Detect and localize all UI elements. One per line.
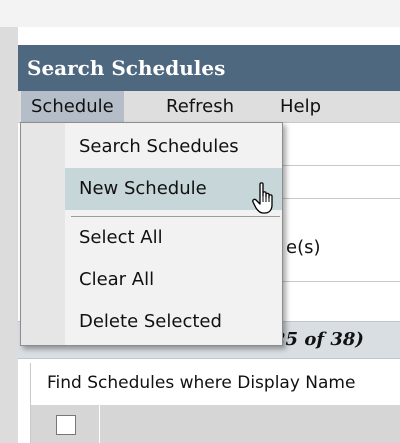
left-edge-panel — [0, 27, 19, 443]
results-count: 25 of 38) — [273, 329, 364, 350]
select-all-checkbox[interactable] — [56, 415, 76, 435]
menu-help[interactable]: Help — [270, 91, 331, 123]
hand-pointer-icon — [252, 182, 273, 214]
menu-bar: Schedule Refresh Help — [18, 91, 400, 123]
menu-item-search-schedules[interactable]: Search Schedules — [65, 126, 282, 168]
menu-refresh[interactable]: Refresh — [156, 91, 244, 123]
menu-schedule[interactable]: Schedule — [21, 91, 124, 123]
menu-item-delete-selected[interactable]: Delete Selected — [65, 301, 282, 343]
divider-line — [280, 165, 400, 166]
column-divider — [99, 405, 100, 443]
menu-gutter — [21, 123, 65, 345]
partial-label: e(s) — [286, 237, 321, 258]
find-label: Find Schedules where Display Name — [47, 373, 356, 393]
divider-line — [280, 198, 400, 199]
menu-item-new-schedule[interactable]: New Schedule — [65, 168, 282, 210]
find-row: Find Schedules where Display Name — [30, 363, 400, 406]
table-header-row — [30, 405, 400, 443]
schedule-dropdown-menu: Search Schedules New Schedule Select All… — [20, 122, 283, 346]
browser-top-strip — [0, 0, 400, 27]
menu-item-clear-all[interactable]: Clear All — [65, 259, 282, 301]
divider-line — [280, 281, 400, 282]
window-title: Search Schedules — [18, 45, 400, 91]
menu-item-select-all[interactable]: Select All — [65, 217, 282, 259]
